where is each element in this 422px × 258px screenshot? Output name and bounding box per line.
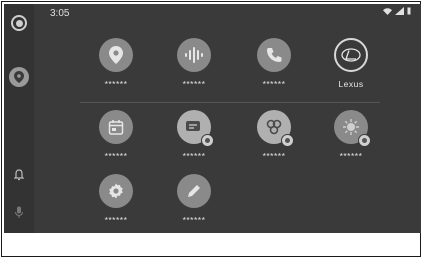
app-assistant[interactable]: ****** <box>239 110 309 161</box>
app-label: ****** <box>104 215 128 225</box>
assistant-icon <box>257 110 294 147</box>
app-label: Lexus <box>338 79 364 89</box>
microphone-button[interactable] <box>8 201 30 223</box>
home-icon <box>11 15 27 31</box>
badge-icon <box>201 134 214 147</box>
app-label: ****** <box>182 151 206 161</box>
display-frame: 3:05 ****** ****** ****** Lexus ****** *… <box>1 1 421 257</box>
signal-icon <box>395 7 404 15</box>
podcast-icon <box>177 38 211 72</box>
edit-pencil-icon <box>177 174 211 208</box>
app-maps[interactable]: ****** <box>81 38 151 89</box>
lexus-logo-icon <box>334 38 368 72</box>
settings-icon <box>99 174 133 208</box>
left-rail <box>4 4 34 233</box>
messages-icon <box>177 110 214 147</box>
notification-bell-icon <box>14 169 24 181</box>
app-messages[interactable]: ****** <box>159 110 229 161</box>
app-lexus[interactable]: Lexus <box>316 38 386 89</box>
weather-icon <box>334 110 371 147</box>
status-time: 3:05 <box>50 8 70 19</box>
app-label: ****** <box>104 79 128 89</box>
maps-rail-button[interactable] <box>8 66 30 88</box>
calendar-icon <box>99 110 133 144</box>
car-screen: 3:05 ****** ****** ****** Lexus ****** *… <box>4 4 421 233</box>
app-label: ****** <box>182 79 206 89</box>
notification-button[interactable] <box>8 164 30 186</box>
badge-icon <box>281 134 294 147</box>
wifi-icon <box>383 7 392 15</box>
app-weather[interactable]: ****** <box>316 110 386 161</box>
maps-pin-icon <box>99 38 133 72</box>
phone-icon <box>257 38 291 72</box>
maps-icon <box>9 67 29 87</box>
app-calendar[interactable]: ****** <box>81 110 151 161</box>
app-settings[interactable]: ****** <box>81 174 151 225</box>
app-label: ****** <box>262 151 286 161</box>
badge-icon <box>358 134 371 147</box>
app-label: ****** <box>339 151 363 161</box>
app-podcasts[interactable]: ****** <box>159 38 229 89</box>
app-label: ****** <box>104 151 128 161</box>
home-button[interactable] <box>8 12 30 34</box>
battery-icon <box>407 7 411 15</box>
microphone-icon <box>14 206 24 218</box>
app-label: ****** <box>182 215 206 225</box>
row-divider <box>80 102 380 103</box>
app-label: ****** <box>262 79 286 89</box>
app-edit[interactable]: ****** <box>159 174 229 225</box>
status-icons <box>383 7 411 15</box>
app-phone[interactable]: ****** <box>239 38 309 89</box>
